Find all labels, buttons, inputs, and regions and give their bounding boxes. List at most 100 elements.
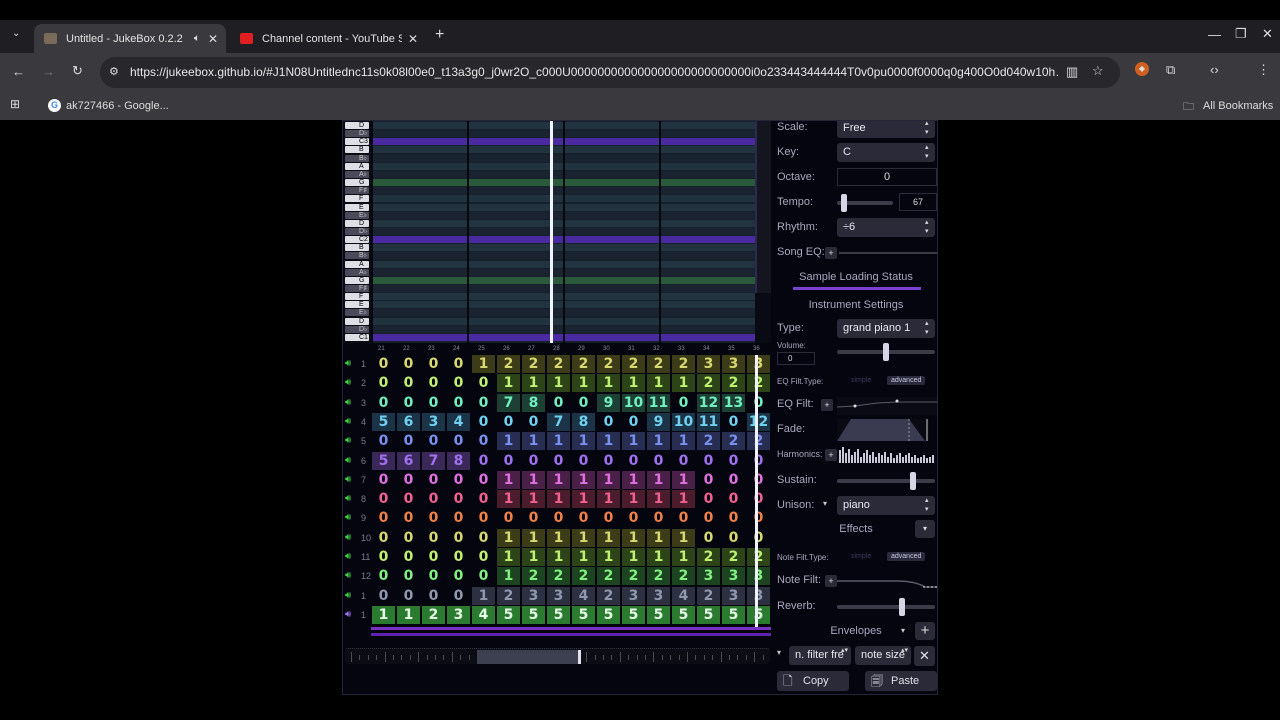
pattern-cell[interactable]: 3: [747, 586, 770, 605]
pattern-cell[interactable]: 1: [672, 548, 695, 566]
pattern-cell[interactable]: 1: [622, 374, 645, 393]
track-mute-icon[interactable]: 🔊︎: [345, 416, 359, 428]
pattern-cell[interactable]: 5: [372, 412, 395, 431]
pattern-cell[interactable]: 2: [747, 374, 770, 393]
pattern-cell[interactable]: 0: [372, 355, 395, 373]
pattern-cell[interactable]: 1: [672, 374, 695, 393]
pattern-cell[interactable]: 0: [722, 509, 745, 527]
pattern-cell[interactable]: 0: [372, 432, 395, 450]
pattern-cell[interactable]: 0: [422, 567, 445, 585]
piano-key[interactable]: D: [345, 317, 369, 325]
pattern-cell[interactable]: 1: [597, 470, 620, 489]
track-mute-icon[interactable]: 🔊︎: [345, 358, 359, 370]
extensions-puzzle-icon[interactable]: ⧉: [1166, 62, 1175, 78]
pattern-cell[interactable]: 1: [497, 548, 520, 566]
pattern-cell[interactable]: 0: [447, 355, 470, 373]
pattern-cell[interactable]: 5: [622, 605, 645, 624]
pattern-cell[interactable]: 1: [622, 470, 645, 489]
pattern-cell[interactable]: 1: [522, 470, 545, 489]
pattern-cell[interactable]: 0: [697, 452, 720, 470]
pattern-cell[interactable]: 1: [672, 528, 695, 547]
envelope-expand-icon[interactable]: ▾: [777, 648, 781, 657]
song-eq-graph[interactable]: [839, 252, 937, 254]
pattern-cell[interactable]: 5: [572, 605, 595, 624]
pattern-cell[interactable]: 2: [747, 548, 770, 566]
pattern-cell[interactable]: 0: [747, 529, 770, 547]
pattern-cell[interactable]: 6: [397, 412, 420, 431]
pattern-cell[interactable]: 2: [697, 432, 720, 451]
pattern-cell[interactable]: 3: [747, 355, 770, 373]
pattern-cell[interactable]: 0: [397, 567, 420, 585]
pattern-cell[interactable]: 0: [372, 509, 395, 527]
pattern-cell[interactable]: 0: [397, 394, 420, 412]
pattern-cell[interactable]: 5: [722, 605, 745, 624]
harmonic-bar[interactable]: [842, 447, 844, 463]
pattern-cell[interactable]: 1: [547, 548, 570, 566]
note-filter-graph[interactable]: [837, 577, 937, 593]
pattern-cell[interactable]: 2: [522, 355, 545, 373]
pattern-cell[interactable]: 5: [672, 605, 695, 624]
pattern-cell[interactable]: 2: [572, 567, 595, 586]
pattern-cell[interactable]: 1: [472, 355, 495, 373]
pattern-cell[interactable]: 5: [372, 451, 395, 470]
pattern-cell[interactable]: 1: [647, 374, 670, 393]
piano-key[interactable]: B: [345, 146, 369, 154]
eq-advanced-option[interactable]: advanced: [887, 376, 926, 385]
pattern-cell[interactable]: 2: [697, 548, 720, 566]
pattern-cell[interactable]: 1: [572, 548, 595, 566]
address-bar[interactable]: ⚙ https://jukeebox.github.io/#J1N08Untit…: [100, 57, 1120, 88]
pattern-cell[interactable]: 0: [372, 548, 395, 566]
pattern-cell[interactable]: 1: [497, 567, 520, 586]
pattern-cell[interactable]: 0: [747, 490, 770, 508]
piano-key[interactable]: B: [345, 244, 369, 252]
note-advanced-option[interactable]: advanced: [887, 552, 926, 561]
pattern-cell[interactable]: 5: [647, 605, 670, 624]
paste-button[interactable]: 🗐︎ Paste: [865, 671, 937, 691]
track-mute-icon[interactable]: 🔊︎: [345, 512, 359, 524]
pattern-cell[interactable]: 3: [697, 355, 720, 373]
pattern-cell[interactable]: 0: [697, 490, 720, 508]
pattern-cell[interactable]: 3: [722, 567, 745, 586]
piano-key[interactable]: F♯: [345, 187, 369, 195]
piano-key[interactable]: F♯: [345, 285, 369, 292]
pattern-cell[interactable]: 0: [422, 587, 445, 605]
loop-bar[interactable]: [371, 627, 771, 637]
pattern-cell[interactable]: 4: [572, 586, 595, 605]
pattern-cell[interactable]: 0: [372, 587, 395, 605]
pattern-cell[interactable]: 0: [472, 452, 495, 470]
piano-key[interactable]: G: [345, 179, 369, 187]
pattern-cell[interactable]: 0: [547, 452, 570, 470]
pattern-cell[interactable]: 3: [647, 586, 670, 605]
pattern-cell[interactable]: 2: [522, 567, 545, 586]
pattern-cell[interactable]: 1: [672, 432, 695, 451]
harmonic-bar[interactable]: [854, 451, 856, 463]
pattern-cell[interactable]: 0: [747, 471, 770, 489]
pattern-cell[interactable]: 1: [597, 548, 620, 566]
pattern-cell[interactable]: 1: [522, 374, 545, 393]
pattern-cell[interactable]: 1: [547, 490, 570, 509]
pattern-cell[interactable]: 1: [622, 528, 645, 547]
pattern-cell[interactable]: 0: [472, 394, 495, 412]
pattern-cell[interactable]: 2: [597, 355, 620, 373]
pattern-cell[interactable]: 11: [697, 412, 720, 431]
song-eq-add-button[interactable]: +: [825, 247, 837, 259]
pattern-cell[interactable]: 0: [397, 432, 420, 450]
pattern-cell[interactable]: 1: [497, 374, 520, 393]
pattern-cell[interactable]: 0: [597, 509, 620, 527]
pattern-cell[interactable]: 0: [722, 529, 745, 547]
piano-keys[interactable]: D D♭ C3 B B♭ A A♭ G F♯ F E E♭ D D♭ C2 B B♭ A A♭ G F♯ F E E♭ D D♭ C…: [343, 121, 371, 343]
pattern-cell[interactable]: 0: [397, 548, 420, 566]
new-tab-icon[interactable]: +: [435, 26, 444, 44]
pattern-cell[interactable]: 0: [447, 471, 470, 489]
pattern-cell[interactable]: 5: [547, 605, 570, 624]
envelopes-expand-icon[interactable]: ▾: [901, 626, 905, 635]
pattern-cell[interactable]: 1: [572, 374, 595, 393]
pattern-cell[interactable]: 1: [572, 470, 595, 489]
scrollbar-thumb[interactable]: [477, 650, 581, 664]
pattern-cell[interactable]: 0: [672, 394, 695, 412]
pattern-cell[interactable]: 0: [397, 374, 420, 392]
harmonic-bar[interactable]: [917, 458, 919, 463]
pattern-cell[interactable]: 0: [372, 374, 395, 392]
harmonic-bar[interactable]: [863, 453, 865, 463]
pattern-cell[interactable]: 1: [547, 432, 570, 451]
